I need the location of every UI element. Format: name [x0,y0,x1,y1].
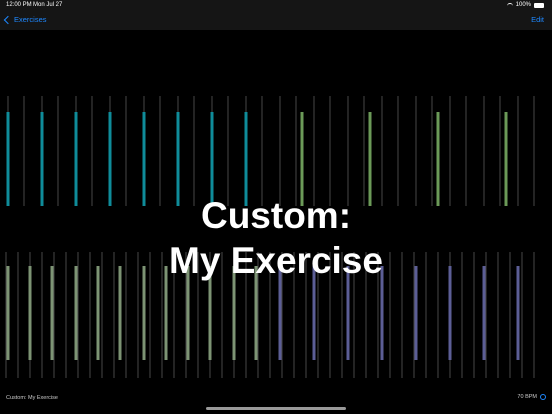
back-button-label: Exercises [14,15,47,24]
top-bar-teal [74,112,78,206]
status-date: Mon Jul 27 [33,2,63,8]
gear-icon[interactable] [540,394,546,400]
top-bar-green [504,112,508,206]
status-time: 12:00 PM [6,2,32,8]
top-bar-teal [40,112,44,206]
top-bar-teal [108,112,112,206]
top-bar-teal [176,112,180,206]
status-bar: 12:00 PM Mon Jul 27 100% [0,0,552,10]
title-line-1: Custom: [200,195,352,236]
top-bar-teal [210,112,214,206]
top-bar-teal [6,112,10,206]
footer-exercise-label: Custom: My Exercise [6,395,58,401]
top-bar-green [300,112,304,206]
footer-tempo: 70 BPM [517,394,546,400]
battery-percent: 100% [515,2,531,8]
top-bar-teal [142,112,146,206]
tempo-label: 70 BPM [517,394,537,400]
edit-button[interactable]: Edit [531,15,544,24]
wifi-icon [506,2,513,8]
top-bar-green [368,112,372,206]
navigation-bar: Exercises Edit [0,10,552,30]
title-line-2: My Exercise [169,240,383,281]
home-indicator[interactable] [206,407,346,410]
back-button[interactable]: Exercises [3,15,47,24]
status-right: 100% [506,0,544,10]
top-bar-green [436,112,440,206]
exercise-title: Custom: My Exercise [0,193,552,283]
battery-icon [534,2,544,8]
top-bar-teal [244,112,248,206]
chevron-left-icon [3,15,13,24]
